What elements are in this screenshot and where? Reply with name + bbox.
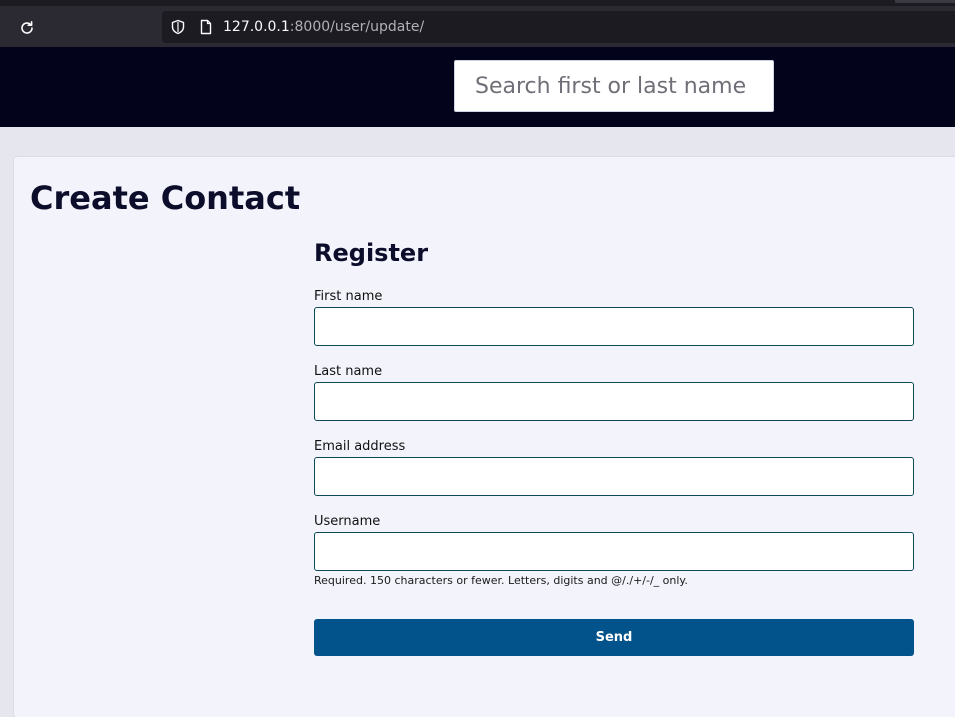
email-label: Email address — [314, 439, 406, 454]
tab-edge — [895, 0, 955, 3]
page-icon[interactable] — [198, 19, 214, 35]
url-path: :8000/user/update/ — [289, 19, 425, 35]
email-input[interactable] — [314, 457, 914, 496]
last-name-input[interactable] — [314, 382, 914, 421]
shield-icon[interactable] — [170, 19, 186, 35]
first-name-input[interactable] — [314, 307, 914, 346]
address-bar[interactable]: 127.0.0.1:8000/user/update/ — [162, 11, 955, 43]
username-help-text: Required. 150 characters or fewer. Lette… — [314, 574, 688, 587]
page-title: Create Contact — [30, 179, 301, 217]
tab-strip — [0, 0, 955, 6]
first-name-label: First name — [314, 289, 383, 304]
username-label: Username — [314, 514, 381, 529]
search-input[interactable] — [454, 60, 774, 112]
send-button[interactable]: Send — [314, 619, 914, 656]
url-host: 127.0.0.1 — [223, 19, 290, 35]
reload-button[interactable] — [14, 15, 40, 41]
form-title: Register — [314, 239, 429, 267]
browser-toolbar: 127.0.0.1:8000/user/update/ — [0, 0, 955, 47]
username-input[interactable] — [314, 532, 914, 571]
reload-icon — [21, 21, 33, 34]
url-text[interactable]: 127.0.0.1:8000/user/update/ — [223, 18, 424, 36]
last-name-label: Last name — [314, 364, 383, 379]
